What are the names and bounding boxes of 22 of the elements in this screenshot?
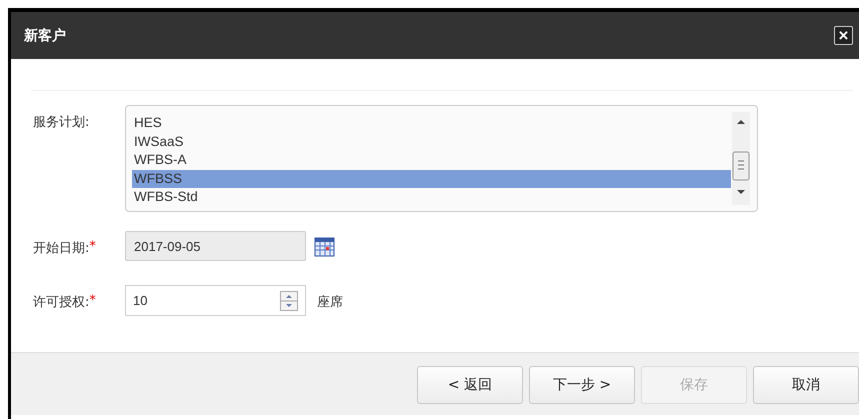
close-button[interactable]: × [834,26,853,45]
plan-listbox[interactable]: HES IWSaaS WFBS-A WFBSS WFBS-Std [125,105,758,212]
list-option[interactable]: WFBSS [132,170,731,188]
dialog-button[interactable]: 取消 [753,366,859,404]
unit-label: 座席 [317,294,343,311]
number-input[interactable]: 10 [133,293,280,308]
list-option[interactable]: WFBS-A [132,151,731,170]
field-label: 许可授权: [33,294,90,311]
dialog-button[interactable]: 下一步 > [529,366,635,404]
window-title: 新客户 [24,26,66,44]
required-mark: * [89,292,96,308]
scrollbar[interactable] [731,112,751,205]
required-mark: * [89,238,96,254]
list-option[interactable]: IWSaaS [132,132,731,151]
calendar-icon[interactable] [314,236,335,257]
field-label: 开始日期: [33,240,90,257]
field-label: 服务计划: [33,114,90,131]
list-option[interactable]: HES [132,114,731,132]
list-option[interactable]: WFBS-Std [132,188,731,206]
spinner-icon[interactable] [280,290,298,310]
number-field[interactable]: 10 [125,285,306,316]
dialog-button[interactable]: < 返回 [417,366,523,404]
